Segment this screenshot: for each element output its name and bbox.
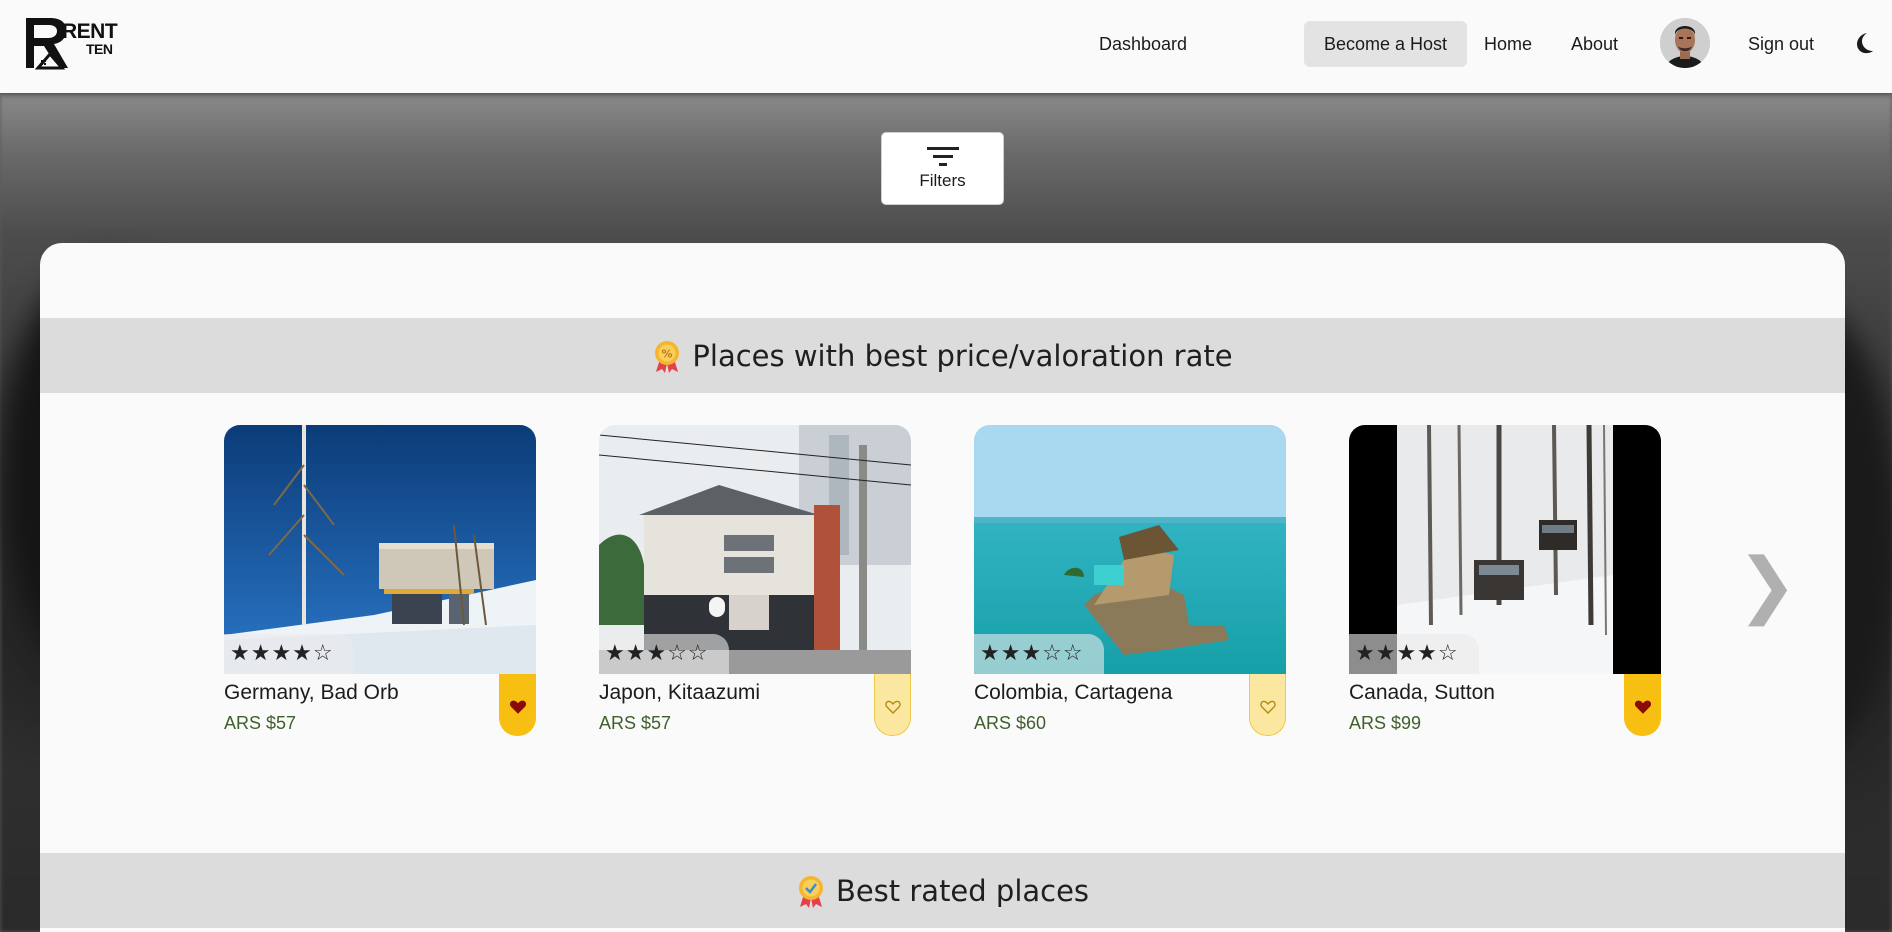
favorite-button[interactable]	[1624, 674, 1661, 736]
place-card[interactable]: ★★★★☆ Germany, Bad Orb ARS $57	[224, 425, 536, 755]
avatar-icon	[1660, 18, 1710, 68]
place-price: ARS $57	[224, 713, 297, 733]
nav-become-host[interactable]: Become a Host	[1304, 21, 1468, 67]
section-best-price-header: % Places with best price/valoration rate	[40, 318, 1845, 393]
place-title[interactable]: Colombia, Cartagena	[974, 681, 1172, 705]
place-image[interactable]: ★★★★☆	[1349, 425, 1661, 674]
favorite-button[interactable]	[1249, 674, 1286, 736]
place-card[interactable]: ★★★☆☆ Colombia, Cartagena ARS $60	[974, 425, 1286, 755]
place-price: ARS $57	[599, 713, 672, 733]
moon-icon	[1857, 33, 1873, 54]
rating-stars: ★★★☆☆	[599, 634, 729, 674]
user-avatar[interactable]	[1660, 18, 1710, 68]
section-title: Best rated places	[835, 873, 1090, 908]
section-title: Places with best price/valoration rate	[692, 338, 1233, 373]
rating-stars: ★★★★☆	[1349, 634, 1479, 674]
heart-outline-icon	[884, 700, 901, 714]
navbar: RENT TEN Dashboard Become a Host Home Ab…	[0, 0, 1892, 93]
heart-filled-icon	[509, 700, 526, 714]
rating-stars: ★★★★☆	[224, 634, 354, 674]
theme-toggle-button[interactable]	[1852, 31, 1876, 55]
heart-outline-icon	[1259, 700, 1276, 714]
nav-dashboard[interactable]: Dashboard	[1079, 21, 1207, 67]
place-image[interactable]: ★★★☆☆	[974, 425, 1286, 674]
place-price: ARS $60	[974, 713, 1047, 733]
heart-filled-icon	[1634, 700, 1651, 714]
place-card[interactable]: ★★★★☆ Canada, Sutton ARS $99	[1349, 425, 1661, 755]
filters-label: Filters	[919, 171, 966, 190]
nav-about[interactable]: About	[1551, 21, 1638, 67]
medal-percent-icon: %	[655, 340, 680, 373]
filters-button[interactable]: Filters	[881, 132, 1004, 205]
rating-stars: ★★★☆☆	[974, 634, 1104, 674]
place-price: ARS $99	[1349, 713, 1422, 733]
place-title[interactable]: Canada, Sutton	[1349, 681, 1495, 705]
logo[interactable]: RENT TEN	[24, 16, 132, 70]
place-title[interactable]: Japon, Kitaazumi	[599, 681, 760, 705]
place-card[interactable]: ★★★☆☆ Japon, Kitaazumi ARS $57	[599, 425, 911, 755]
nav-home[interactable]: Home	[1464, 21, 1552, 67]
place-image[interactable]: ★★★☆☆	[599, 425, 911, 674]
favorite-button[interactable]	[874, 674, 911, 736]
section-best-rated-header: Best rated places	[40, 853, 1845, 928]
carousel-next-button[interactable]: ❯	[1737, 548, 1797, 620]
main-panel: % Places with best price/valoration rate…	[40, 243, 1845, 932]
medal-check-icon	[798, 875, 823, 908]
place-title[interactable]: Germany, Bad Orb	[224, 681, 399, 705]
filter-lines-icon	[926, 147, 959, 166]
nav-sign-out[interactable]: Sign out	[1728, 21, 1834, 67]
place-image[interactable]: ★★★★☆	[224, 425, 536, 674]
favorite-button[interactable]	[499, 674, 536, 736]
logo-text-ten: TEN	[86, 41, 113, 57]
svg-text:%: %	[662, 347, 673, 360]
